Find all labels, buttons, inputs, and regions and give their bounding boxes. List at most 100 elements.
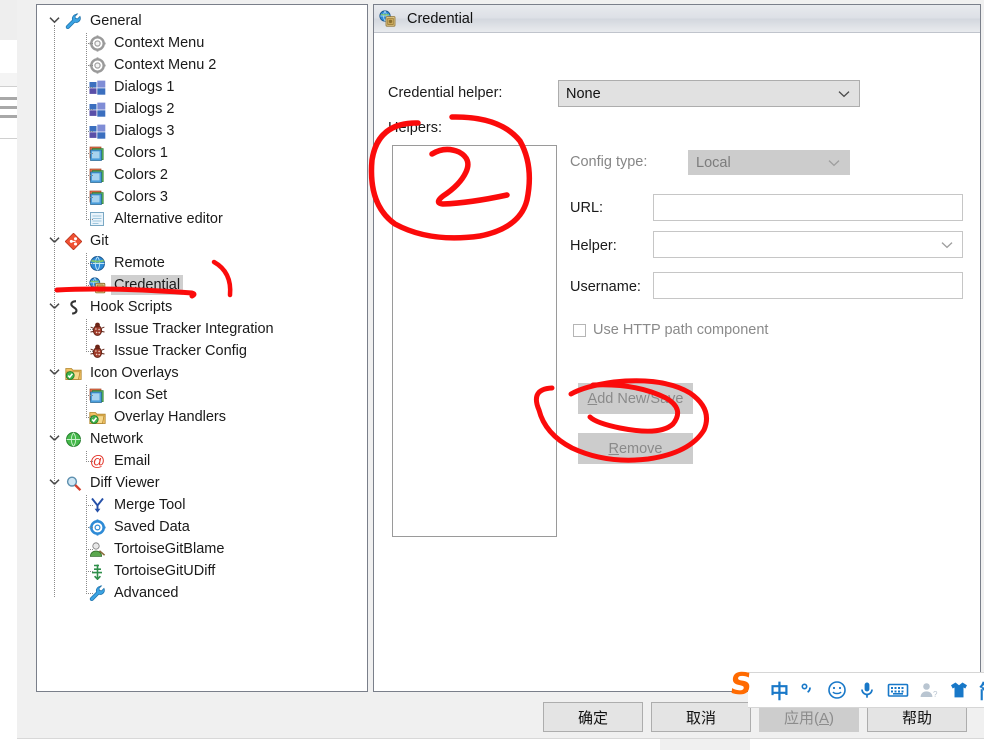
sidebar-item-label: Merge Tool <box>114 497 186 513</box>
tree-connector <box>86 351 93 352</box>
checkbox-square-icon <box>573 323 586 337</box>
chevron-down-icon <box>828 155 840 171</box>
remove-accel: R <box>608 440 619 457</box>
sidebar-item-label: Saved Data <box>114 519 190 535</box>
cancel-button[interactable]: 取消 <box>651 702 751 732</box>
sidebar-item-label: Git <box>90 233 109 249</box>
config-type-select: Local <box>688 150 850 175</box>
sidebar-item-label: General <box>90 13 142 29</box>
tree-connector <box>86 461 93 462</box>
remove-button: Remove <box>578 433 693 464</box>
svg-text:?: ? <box>933 690 938 699</box>
ok-label: 确定 <box>577 709 608 727</box>
sidebar-item-label: Dialogs 3 <box>114 123 175 139</box>
page-header: Credential <box>374 5 980 33</box>
hook-icon <box>65 299 82 316</box>
tree-connector <box>86 109 93 110</box>
ime-toolbar[interactable]: 中 ? 简 <box>748 672 984 708</box>
sidebar-item-label: Context Menu 2 <box>114 57 217 73</box>
sidebar-item-label: Advanced <box>114 585 179 601</box>
config-type-value: Local <box>696 154 731 171</box>
microphone-icon[interactable] <box>857 675 877 705</box>
helpers-listbox[interactable] <box>392 145 557 537</box>
credential-helper-select[interactable]: None <box>558 80 860 107</box>
credential-page-panel: Credential Credential helper: None Helpe… <box>373 4 981 692</box>
sidebar-item-diff-viewer[interactable]: Diff Viewer <box>37 472 367 494</box>
remove-rest: emove <box>618 440 663 457</box>
tree-connector <box>86 153 93 154</box>
skin-shirt-icon[interactable] <box>949 675 969 705</box>
helper-label: Helper: <box>570 238 617 254</box>
tree-connector <box>86 43 93 44</box>
background-strip-sep-2 <box>0 138 17 139</box>
tree-connector <box>86 87 93 88</box>
sidebar-item-label: TortoiseGitUDiff <box>114 563 216 579</box>
background-strip-line-2 <box>0 106 17 109</box>
credential-helper-label: Credential helper: <box>388 85 503 101</box>
sidebar-item-general[interactable]: General <box>37 10 367 32</box>
bottom-strip-gray <box>660 739 750 750</box>
bottom-strip <box>17 739 984 750</box>
helper-select[interactable] <box>653 231 963 258</box>
tree-connector <box>86 593 93 594</box>
ok-button[interactable]: 确定 <box>543 702 643 732</box>
sidebar-item-label: Colors 1 <box>114 145 168 161</box>
settings-tree-panel[interactable]: General Context Menu Context Menu 2 Dialogs… <box>36 4 368 692</box>
tree-connector <box>86 571 93 572</box>
helpers-label: Helpers: <box>388 120 442 136</box>
tree-connector <box>86 65 93 66</box>
chevron-down-icon <box>838 86 850 102</box>
sidebar-item-hook-scripts[interactable]: Hook Scripts <box>37 296 367 318</box>
add-new-save-button: Add New/Save <box>578 383 693 414</box>
sidebar-item-git[interactable]: Git <box>37 230 367 252</box>
magnifier-icon <box>65 475 82 492</box>
sidebar-item-label: Context Menu <box>114 35 205 51</box>
sidebar-item-label: Dialogs 2 <box>114 101 175 117</box>
sidebar-item-network[interactable]: Network <box>37 428 367 450</box>
sidebar-item-label: Icon Set <box>114 387 168 403</box>
help-label: 帮助 <box>901 709 932 727</box>
tree-connector <box>86 219 93 220</box>
tree-connector <box>86 197 93 198</box>
globe-vault-icon <box>379 10 396 27</box>
apply-accel: A <box>818 709 829 727</box>
tree-child-guide <box>86 253 87 286</box>
page-title: Credential <box>407 10 474 27</box>
background-window-strip <box>0 0 17 750</box>
sidebar-item-icon-overlays[interactable]: Icon Overlays <box>37 362 367 384</box>
cancel-label: 取消 <box>685 709 716 727</box>
username-input[interactable] <box>653 272 963 299</box>
screen-root: General Context Menu Context Menu 2 Dialogs… <box>0 0 984 750</box>
tree-connector <box>86 329 93 330</box>
tree-root-guide <box>54 25 55 597</box>
sogou-logo-icon[interactable]: S <box>721 667 760 702</box>
chevron-down-icon <box>941 237 953 253</box>
tree-child-guide <box>86 319 87 352</box>
tree-connector <box>86 395 93 396</box>
simplified-chinese-icon[interactable]: 简 <box>979 675 984 705</box>
chinese-mode-icon[interactable]: 中 <box>770 675 789 705</box>
tree-connector <box>86 175 93 176</box>
url-input[interactable] <box>653 194 963 221</box>
sidebar-item-label: Colors 3 <box>114 189 168 205</box>
wrench-icon <box>65 13 82 30</box>
soft-keyboard-icon[interactable] <box>887 675 909 705</box>
sidebar-item-label: Colors 2 <box>114 167 168 183</box>
emoji-icon[interactable] <box>827 675 847 705</box>
tree-connector <box>86 527 93 528</box>
add-new-save-rest: dd New/Save <box>597 390 684 407</box>
tree-connector <box>86 549 93 550</box>
sidebar-item-label: Remote <box>114 255 165 271</box>
tree-connector <box>86 263 93 264</box>
add-new-save-accel: A <box>587 390 598 407</box>
sidebar-item-label: Hook Scripts <box>90 299 173 315</box>
tree-child-guide <box>86 33 87 220</box>
use-http-path-label: Use HTTP path component <box>593 322 769 338</box>
punctuation-mode-icon[interactable] <box>799 675 817 705</box>
sidebar-item-label: Issue Tracker Integration <box>114 321 274 337</box>
sidebar-item-label: Dialogs 1 <box>114 79 175 95</box>
tree-child-guide <box>86 451 87 462</box>
sidebar-item-label: Diff Viewer <box>90 475 160 491</box>
background-strip-line-1 <box>0 97 17 100</box>
user-account-icon[interactable]: ? <box>919 675 939 705</box>
